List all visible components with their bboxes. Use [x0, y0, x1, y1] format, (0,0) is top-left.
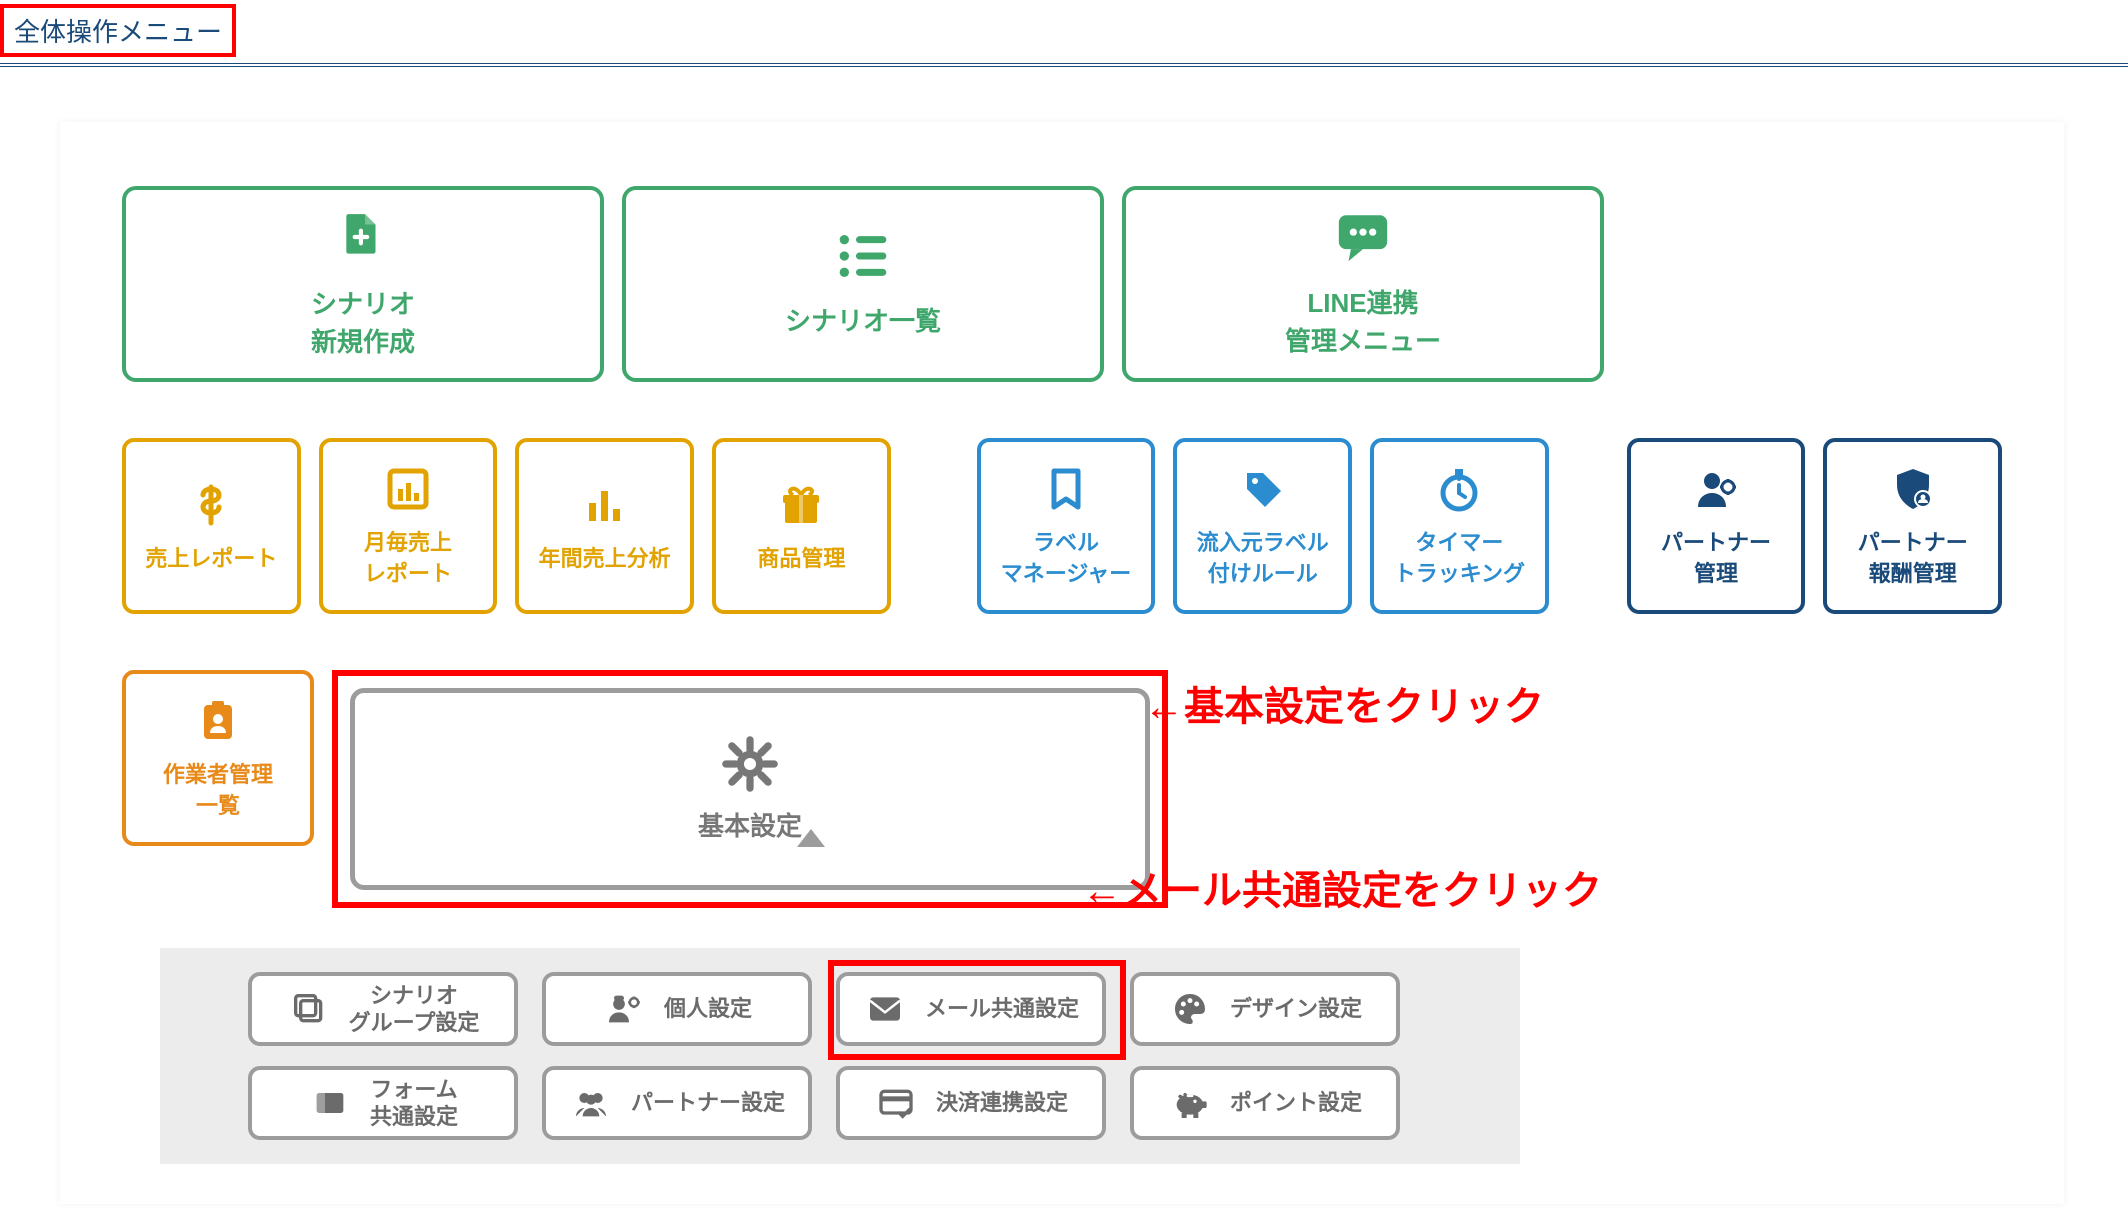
- worker-gear-icon: [602, 989, 646, 1029]
- scenario-group-settings-label: シナリオ グループ設定: [349, 982, 480, 1037]
- tag-icon: [1239, 462, 1287, 516]
- mail-icon: [863, 989, 907, 1029]
- scenario-group-settings-button[interactable]: シナリオ グループ設定: [248, 972, 518, 1046]
- gift-icon: [777, 478, 825, 532]
- form-icon: [308, 1083, 352, 1123]
- page-title: 全体操作メニュー: [0, 4, 236, 57]
- payment-link-settings-label: 決済連携設定: [936, 1089, 1068, 1117]
- copies-icon: [287, 989, 331, 1029]
- chat-icon: [1334, 208, 1392, 271]
- sub-row-2: フォーム 共通設定 パートナー設定 決済連携設定 ポイント設定: [248, 1066, 1432, 1140]
- line-link-button[interactable]: LINE連携 管理メニュー: [1122, 186, 1604, 382]
- partner-reward-label: パートナー 報酬管理: [1858, 528, 1968, 590]
- personal-settings-label: 個人設定: [664, 995, 752, 1023]
- annotation-mail-settings: ←メール共通設定をクリック: [1082, 858, 1602, 916]
- scenario-new-label: シナリオ 新規作成: [311, 286, 415, 361]
- annual-sales-label: 年間売上分析: [539, 544, 671, 575]
- sub-settings-panel: シナリオ グループ設定 個人設定 メール共通設定 デザイン設定 フォーム 共通設…: [160, 948, 1520, 1164]
- basic-settings-wrap: 基本設定: [332, 670, 1168, 908]
- inflow-label-rule-button[interactable]: 流入元ラベル 付けルール: [1173, 438, 1352, 614]
- personal-settings-button[interactable]: 個人設定: [542, 972, 812, 1046]
- scenario-list-button[interactable]: シナリオ一覧: [622, 186, 1104, 382]
- card-check-icon: [874, 1083, 918, 1123]
- scenario-new-button[interactable]: シナリオ 新規作成: [122, 186, 604, 382]
- payment-link-settings-button[interactable]: 決済連携設定: [836, 1066, 1106, 1140]
- main-panel: シナリオ 新規作成 シナリオ一覧 LINE連携 管理メニュー 売上レポート 月毎…: [60, 122, 2064, 1204]
- sub-row-1: シナリオ グループ設定 個人設定 メール共通設定 デザイン設定: [248, 972, 1432, 1046]
- inflow-label-rule-label: 流入元ラベル 付けルール: [1197, 528, 1329, 590]
- annotation-frame-basic: 基本設定: [332, 670, 1168, 908]
- basic-settings-button[interactable]: 基本設定: [350, 688, 1150, 890]
- chevron-up-icon: [797, 829, 825, 847]
- monthly-sales-label: 月毎売上 レポート: [364, 528, 452, 590]
- settings-row: 作業者管理 一覧 基本設定 ←基本設定をクリック ←メール共通設定をクリック: [60, 614, 2064, 908]
- annotation-basic-settings: ←基本設定をクリック: [1144, 674, 1544, 732]
- bar-chart-box-icon: [384, 462, 432, 516]
- list-icon: [835, 228, 891, 289]
- people-icon: [569, 1083, 613, 1123]
- design-settings-button[interactable]: デザイン設定: [1130, 972, 1400, 1046]
- annual-sales-button[interactable]: 年間売上分析: [515, 438, 694, 614]
- worker-list-button[interactable]: 作業者管理 一覧: [122, 670, 314, 846]
- partner-mgmt-label: パートナー 管理: [1661, 528, 1771, 590]
- file-plus-icon: [338, 207, 388, 272]
- form-common-settings-label: フォーム 共通設定: [370, 1076, 458, 1131]
- partner-reward-button[interactable]: パートナー 報酬管理: [1823, 438, 2002, 614]
- basic-settings-label: 基本設定: [698, 806, 802, 843]
- piggy-icon: [1168, 1083, 1212, 1123]
- bar-chart-icon: [581, 478, 629, 532]
- point-settings-button[interactable]: ポイント設定: [1130, 1066, 1400, 1140]
- product-mgmt-label: 商品管理: [757, 544, 845, 575]
- monthly-sales-button[interactable]: 月毎売上 レポート: [319, 438, 498, 614]
- shield-user-icon: [1889, 462, 1937, 516]
- dollar-icon: [187, 478, 235, 532]
- category-button-row: 売上レポート 月毎売上 レポート 年間売上分析 商品管理 ラベル マネージャー …: [60, 382, 2064, 614]
- spacer: [1567, 438, 1609, 614]
- green-button-row: シナリオ 新規作成 シナリオ一覧 LINE連携 管理メニュー: [60, 122, 2064, 382]
- mail-common-settings-button[interactable]: メール共通設定: [836, 972, 1106, 1046]
- page-header: 全体操作メニュー: [0, 0, 2128, 67]
- id-badge-icon: [194, 694, 242, 748]
- partner-settings-button[interactable]: パートナー設定: [542, 1066, 812, 1140]
- spacer: [909, 438, 959, 614]
- palette-icon: [1168, 989, 1212, 1029]
- partner-mgmt-button[interactable]: パートナー 管理: [1627, 438, 1806, 614]
- form-common-settings-button[interactable]: フォーム 共通設定: [248, 1066, 518, 1140]
- sales-report-button[interactable]: 売上レポート: [122, 438, 301, 614]
- line-link-label: LINE連携 管理メニュー: [1285, 285, 1441, 360]
- scenario-list-label: シナリオ一覧: [785, 303, 941, 341]
- point-settings-label: ポイント設定: [1230, 1089, 1362, 1117]
- label-manager-button[interactable]: ラベル マネージャー: [977, 438, 1156, 614]
- sales-report-label: 売上レポート: [145, 544, 277, 575]
- mail-common-settings-label: メール共通設定: [925, 995, 1079, 1023]
- stopwatch-icon: [1435, 462, 1483, 516]
- timer-tracking-button[interactable]: タイマー トラッキング: [1370, 438, 1549, 614]
- design-settings-label: デザイン設定: [1230, 995, 1362, 1023]
- worker-list-label: 作業者管理 一覧: [163, 760, 273, 822]
- user-gear-icon: [1692, 462, 1740, 516]
- timer-tracking-label: タイマー トラッキング: [1394, 528, 1525, 590]
- partner-settings-label: パートナー設定: [631, 1089, 785, 1117]
- label-manager-label: ラベル マネージャー: [1001, 528, 1131, 590]
- product-mgmt-button[interactable]: 商品管理: [712, 438, 891, 614]
- bookmark-icon: [1042, 462, 1090, 516]
- gear-icon: [721, 735, 779, 798]
